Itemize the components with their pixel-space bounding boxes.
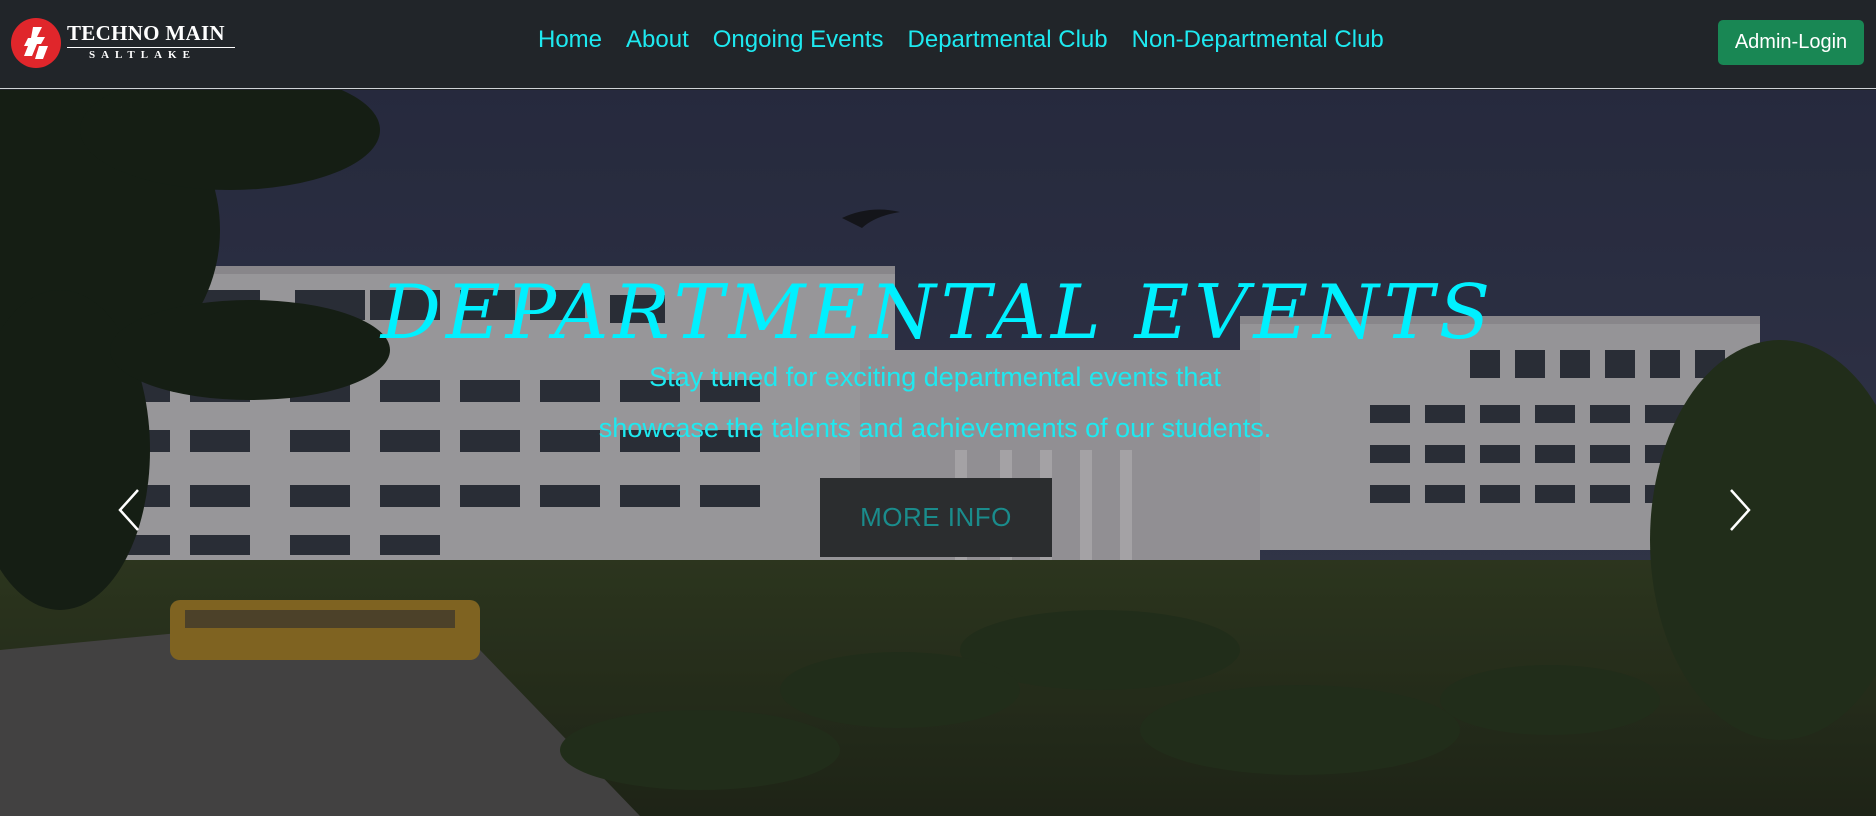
hero-description-line-1: Stay tuned for exciting departmental eve… [649, 362, 1221, 392]
brand-name: TECHNO MAIN [67, 21, 225, 45]
brand-logo-link[interactable]: TECHNO MAIN SALTLAKE [11, 18, 235, 70]
nav-links: Home About Ongoing Events Departmental C… [538, 26, 1384, 54]
techno-india-logo-icon [11, 18, 61, 68]
hero-title: DEPARTMENTAL EVENTS [380, 268, 1496, 356]
admin-login-button[interactable]: Admin-Login [1718, 20, 1864, 65]
nav-link-about[interactable]: About [626, 26, 689, 54]
brand-divider [67, 47, 235, 48]
nav-link-non-departmental-club[interactable]: Non-Departmental Club [1132, 26, 1384, 54]
nav-link-departmental-club[interactable]: Departmental Club [908, 26, 1108, 54]
chevron-right-icon[interactable] [1725, 486, 1755, 534]
more-info-button[interactable]: MORE INFO [820, 478, 1052, 557]
nav-link-home[interactable]: Home [538, 26, 602, 54]
hero-carousel: DEPARTMENTAL EVENTS Stay tuned for excit… [0, 90, 1876, 816]
nav-link-ongoing-events[interactable]: Ongoing Events [713, 26, 884, 54]
hero-description-line-2: showcase the talents and achievements of… [598, 413, 1272, 443]
brand-subtitle: SALTLAKE [89, 49, 196, 61]
hero-description: Stay tuned for exciting departmental eve… [530, 352, 1340, 454]
chevron-left-icon[interactable] [114, 486, 144, 534]
navbar: TECHNO MAIN SALTLAKE Home About Ongoing … [0, 0, 1876, 89]
